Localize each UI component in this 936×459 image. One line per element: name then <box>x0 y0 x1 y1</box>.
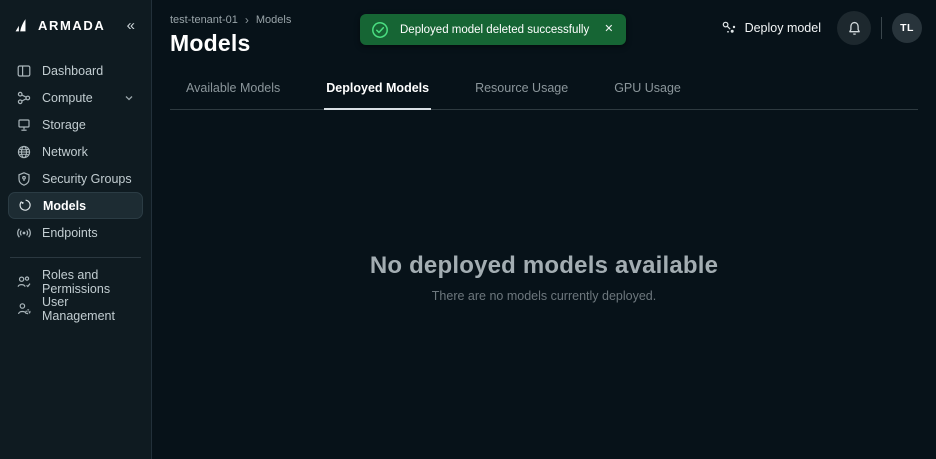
tab-available-models[interactable]: Available Models <box>184 73 282 110</box>
notifications-button[interactable] <box>837 11 871 45</box>
main-content: test-tenant-01 › Models Models Deployed … <box>152 0 936 459</box>
sidebar-item-label: User Management <box>42 294 115 323</box>
sidebar-item-label: Endpoints <box>42 225 98 240</box>
header-separator <box>881 17 882 39</box>
compute-icon <box>16 90 32 106</box>
roles-permissions-icon <box>16 274 32 290</box>
empty-state-title: No deployed models available <box>369 252 719 279</box>
sidebar-item-label: Security Groups <box>42 171 132 186</box>
models-icon <box>17 198 33 214</box>
deploy-model-label: Deploy model <box>744 21 821 35</box>
sidebar-divider <box>10 257 141 258</box>
sidebar: ARMADA « Dashboard Compute Storage Netwo… <box>0 0 152 459</box>
sidebar-item-label: Models <box>43 198 87 213</box>
tab-gpu-usage[interactable]: GPU Usage <box>612 73 683 110</box>
endpoints-icon <box>16 225 32 241</box>
chevron-down-icon[interactable] <box>123 92 135 104</box>
sidebar-item-label: Storage <box>42 117 86 132</box>
sidebar-item-security-groups[interactable]: Security Groups <box>8 165 143 192</box>
storage-icon <box>16 117 32 133</box>
sidebar-item-roles-permissions[interactable]: Roles and Permissions <box>8 267 143 296</box>
app-window: ARMADA « Dashboard Compute Storage Netwo… <box>0 0 936 459</box>
breadcrumb-tenant[interactable]: test-tenant-01 <box>170 14 238 26</box>
tab-deployed-models[interactable]: Deployed Models <box>324 73 432 110</box>
sidebar-collapse-button[interactable]: « <box>123 16 139 35</box>
sidebar-item-network[interactable]: Network <box>8 138 143 165</box>
sidebar-item-models[interactable]: Models <box>8 192 143 219</box>
shield-icon <box>16 171 32 187</box>
empty-state-subtitle: There are no models currently deployed. <box>431 289 657 303</box>
breadcrumb-current: Models <box>255 14 292 26</box>
sidebar-nav: Dashboard Compute Storage Network Securi… <box>8 57 143 323</box>
sidebar-header: ARMADA « <box>8 0 143 51</box>
check-circle-icon <box>371 21 389 39</box>
sidebar-item-dashboard[interactable]: Dashboard <box>8 57 143 84</box>
tab-resource-usage[interactable]: Resource Usage <box>473 73 570 110</box>
bell-icon <box>846 20 863 37</box>
success-toast: Deployed model deleted successfully ✕ <box>360 14 627 45</box>
network-globe-icon <box>16 144 32 160</box>
dashboard-icon <box>16 63 32 79</box>
deploy-nodes-icon <box>721 20 737 36</box>
toast-message: Deployed model deleted successfully <box>400 23 590 36</box>
deploy-model-button[interactable]: Deploy model <box>715 16 827 40</box>
sidebar-item-label: Network <box>42 144 88 159</box>
armada-sail-icon <box>14 17 31 34</box>
user-avatar[interactable]: TL <box>892 13 922 43</box>
sidebar-item-label: Dashboard <box>42 63 104 78</box>
breadcrumb-separator-icon: › <box>244 13 249 27</box>
sidebar-item-compute[interactable]: Compute <box>8 84 143 111</box>
empty-state: No deployed models available There are n… <box>170 252 918 303</box>
toast-close-icon[interactable]: ✕ <box>604 24 613 35</box>
sidebar-item-label: Compute <box>42 90 93 105</box>
sidebar-item-endpoints[interactable]: Endpoints <box>8 219 143 246</box>
brand-name: ARMADA <box>38 18 106 33</box>
brand-logo: ARMADA <box>14 17 105 34</box>
tabs-bar: Available Models Deployed Models Resourc… <box>170 73 918 110</box>
sidebar-item-storage[interactable]: Storage <box>8 111 143 138</box>
sidebar-item-user-management[interactable]: User Management <box>8 294 143 323</box>
user-management-icon <box>16 301 32 317</box>
sidebar-item-label: Roles and Permissions <box>42 267 111 296</box>
header-actions: Deploy model TL <box>715 10 922 46</box>
